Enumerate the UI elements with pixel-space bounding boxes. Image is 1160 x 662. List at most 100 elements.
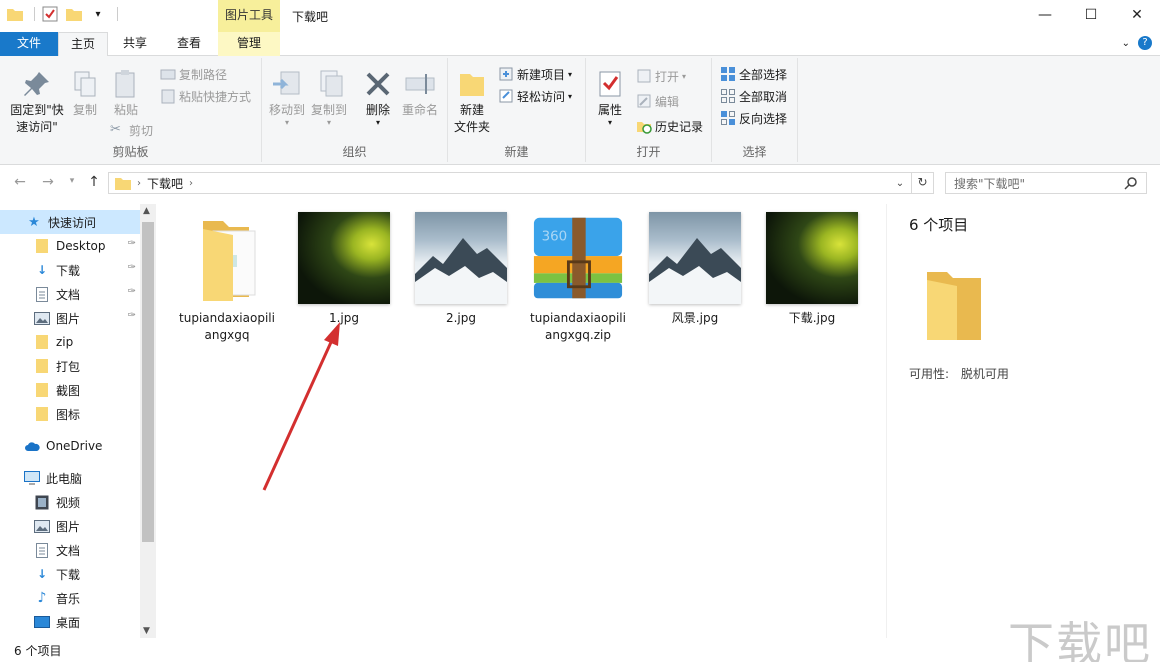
pin-icon: ✑ bbox=[127, 262, 136, 273]
picture-tools-header: 图片工具 bbox=[218, 0, 280, 34]
close-button[interactable]: ✕ bbox=[1114, 0, 1160, 30]
nav-screenshots[interactable]: 截图 bbox=[0, 378, 140, 402]
refresh-icon[interactable]: ↻ bbox=[911, 172, 933, 194]
maximize-button[interactable]: ☐ bbox=[1068, 0, 1114, 30]
copy-label: 复制 bbox=[72, 103, 97, 117]
nav-pack[interactable]: 打包 bbox=[0, 354, 140, 378]
pin-icon bbox=[24, 72, 49, 96]
nav-music-label: 音乐 bbox=[56, 591, 81, 606]
folder-icon bbox=[34, 334, 50, 350]
rename-label: 重命名 bbox=[401, 103, 438, 117]
select-group-label: 选择 bbox=[742, 145, 767, 159]
new-folder-icon[interactable] bbox=[65, 5, 83, 23]
easy-access-button[interactable]: 轻松访问 ▾ bbox=[498, 86, 572, 106]
open-button[interactable]: 打开 ▾ bbox=[636, 66, 686, 86]
back-arrow-icon[interactable]: ← bbox=[10, 174, 30, 192]
picture-icon bbox=[34, 518, 50, 534]
nav-this-pc[interactable]: 此电脑 bbox=[0, 466, 140, 490]
nav-desktop[interactable]: Desktop ✑ bbox=[0, 234, 140, 258]
scrollbar-thumb[interactable] bbox=[142, 222, 154, 542]
nav-scrollbar[interactable]: ▲ ▼ bbox=[140, 204, 156, 638]
window-title: 下载吧 bbox=[292, 10, 329, 24]
nav-quick-access[interactable]: ★ 快速访问 bbox=[0, 210, 140, 234]
up-arrow-icon[interactable]: ↑ bbox=[84, 174, 104, 192]
paste-button[interactable]: 粘贴 bbox=[110, 68, 142, 119]
quick-access-toolbar: ▾ bbox=[6, 5, 118, 23]
tab-view[interactable]: 查看 bbox=[166, 32, 212, 56]
properties-icon[interactable] bbox=[41, 5, 59, 23]
new-group: 新建 文件夹 新建项目 ▾ 轻松访问 ▾ 新建 bbox=[448, 58, 586, 162]
help-icon[interactable]: ? bbox=[1138, 36, 1152, 50]
dropdown-arrow-icon: ▾ bbox=[326, 118, 331, 127]
nav-desktop-pc[interactable]: 桌面 bbox=[0, 610, 140, 634]
annotation-arrow bbox=[262, 322, 340, 491]
nav-pc-documents[interactable]: 文档 bbox=[0, 538, 140, 562]
edit-button[interactable]: 编辑 bbox=[636, 91, 679, 111]
nav-pictures[interactable]: 图片 ✑ bbox=[0, 306, 140, 330]
nav-pack-label: 打包 bbox=[56, 359, 81, 374]
nav-onedrive[interactable]: OneDrive bbox=[0, 434, 140, 458]
dropdown-arrow-icon: ▾ bbox=[568, 69, 573, 79]
tab-share[interactable]: 共享 bbox=[112, 32, 158, 56]
tab-file[interactable]: 文件 bbox=[0, 32, 58, 56]
tab-manage[interactable]: 管理 bbox=[218, 32, 280, 56]
folder-icon bbox=[927, 272, 981, 340]
select-all-button[interactable]: 全部选择 bbox=[720, 64, 787, 84]
forward-arrow-icon[interactable]: → bbox=[38, 174, 58, 192]
customize-dropdown-icon[interactable]: ▾ bbox=[89, 5, 107, 23]
history-button[interactable]: 历史记录 bbox=[636, 116, 703, 136]
nav-zip[interactable]: zip bbox=[0, 330, 140, 354]
file-view: tupiandaxiaopiliangxgq 1.jpg 2.jpg 360 t… bbox=[160, 204, 880, 638]
nav-pc-pictures-label: 图片 bbox=[56, 519, 81, 534]
new-folder-icon bbox=[460, 74, 484, 96]
new-item-label: 新建项目 bbox=[517, 67, 566, 82]
copy-path-button[interactable]: 复制路径 bbox=[160, 64, 227, 84]
delete-icon bbox=[366, 72, 390, 96]
copy-button[interactable]: 复制 bbox=[70, 68, 100, 119]
folder-icon[interactable] bbox=[6, 5, 24, 23]
nav-pc-documents-label: 文档 bbox=[56, 543, 81, 558]
film-icon bbox=[34, 494, 50, 510]
move-to-button[interactable]: 移动到 ▾ bbox=[266, 68, 308, 127]
properties-button[interactable]: 属性 ▾ bbox=[594, 68, 626, 127]
paste-shortcut-button[interactable]: 粘贴快捷方式 bbox=[160, 86, 251, 106]
new-group-label: 新建 bbox=[504, 145, 529, 159]
expand-ribbon-icon[interactable]: ⌄ bbox=[1122, 38, 1130, 49]
nav-documents[interactable]: 文档 ✑ bbox=[0, 282, 140, 306]
nav-icons[interactable]: 图标 bbox=[0, 402, 140, 426]
delete-button[interactable]: 删除 ▾ bbox=[360, 68, 396, 127]
rename-button[interactable]: 重命名 bbox=[400, 68, 440, 119]
address-bar[interactable]: › 下载吧 › ⌄ ↻ bbox=[108, 172, 934, 194]
pin-icon: ✑ bbox=[127, 310, 136, 321]
select-none-button[interactable]: 全部取消 bbox=[720, 86, 787, 106]
title-bar: ▾ 图片工具 下载吧 — ☐ ✕ bbox=[0, 0, 1160, 34]
dropdown-arrow-icon: ▾ bbox=[568, 91, 573, 101]
new-folder-button[interactable]: 新建 文件夹 bbox=[452, 68, 492, 136]
edit-label: 编辑 bbox=[655, 94, 680, 109]
cut-label: 剪切 bbox=[129, 123, 154, 138]
scroll-up-icon[interactable]: ▲ bbox=[143, 206, 150, 216]
nav-music[interactable]: ♪ 音乐 bbox=[0, 586, 140, 610]
new-item-button[interactable]: 新建项目 ▾ bbox=[498, 64, 572, 84]
minimize-button[interactable]: — bbox=[1022, 0, 1068, 30]
search-icon bbox=[1124, 177, 1137, 190]
nav-videos[interactable]: 视频 bbox=[0, 490, 140, 514]
nav-quick-access-label: 快速访问 bbox=[48, 215, 97, 230]
document-icon bbox=[34, 542, 50, 558]
copy-to-button[interactable]: 复制到 ▾ bbox=[308, 68, 350, 127]
edit-icon bbox=[637, 94, 651, 108]
navigation-pane: ★ 快速访问 Desktop ✑ ↓ 下载 ✑ 文档 ✑ 图片 ✑ zip 打包… bbox=[0, 204, 156, 638]
search-input[interactable]: 搜索"下载吧" bbox=[945, 172, 1147, 194]
recent-locations-icon[interactable]: ▾ bbox=[62, 176, 82, 194]
nav-downloads[interactable]: ↓ 下载 ✑ bbox=[0, 258, 140, 282]
nav-pc-pictures[interactable]: 图片 bbox=[0, 514, 140, 538]
organize-group-label: 组织 bbox=[342, 145, 367, 159]
pin-quick-access-button[interactable]: 固定到"快 速访问" bbox=[6, 68, 68, 136]
breadcrumb-item[interactable]: 下载吧 bbox=[147, 175, 183, 192]
cut-button[interactable]: ✂ 剪切 bbox=[110, 120, 153, 140]
nav-pc-downloads[interactable]: ↓ 下载 bbox=[0, 562, 140, 586]
invert-selection-button[interactable]: 反向选择 bbox=[720, 108, 787, 128]
scroll-down-icon[interactable]: ▼ bbox=[143, 626, 150, 636]
address-history-icon[interactable]: ⌄ bbox=[889, 178, 911, 189]
tab-home[interactable]: 主页 bbox=[58, 32, 108, 57]
